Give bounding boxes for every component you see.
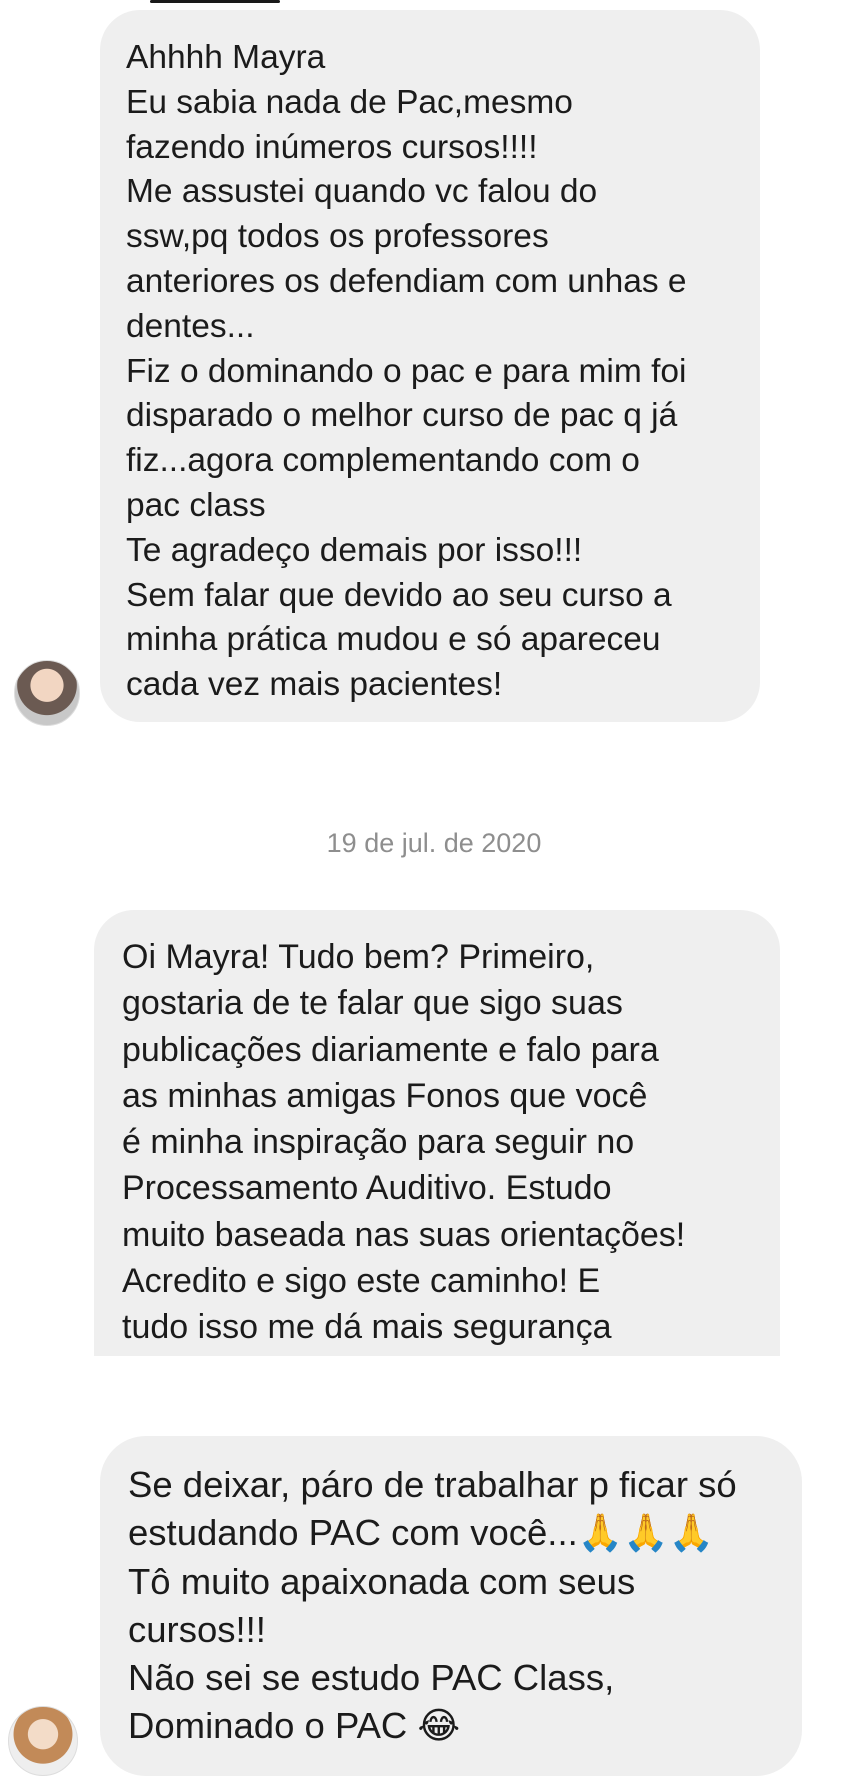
- date-separator: 19 de jul. de 2020: [326, 828, 542, 858]
- message-text: Ahhhh Mayra Eu sabia nada de Pac,mesmo f…: [126, 39, 687, 704]
- message-text: Oi Mayra! Tudo bem? Primeiro, gostaria d…: [122, 938, 686, 1347]
- message-bubble[interactable]: Oi Mayra! Tudo bem? Primeiro, gostaria d…: [94, 910, 780, 1356]
- message-text: Se deixar, páro de trabalhar p ficar só …: [128, 1464, 737, 1747]
- sender-avatar[interactable]: [14, 660, 80, 726]
- message-bubble[interactable]: Ahhhh Mayra Eu sabia nada de Pac,mesmo f…: [100, 10, 760, 722]
- previous-message-edge: [150, 0, 280, 3]
- message-bubble[interactable]: Se deixar, páro de trabalhar p ficar só …: [100, 1436, 802, 1776]
- sender-avatar[interactable]: [8, 1706, 78, 1776]
